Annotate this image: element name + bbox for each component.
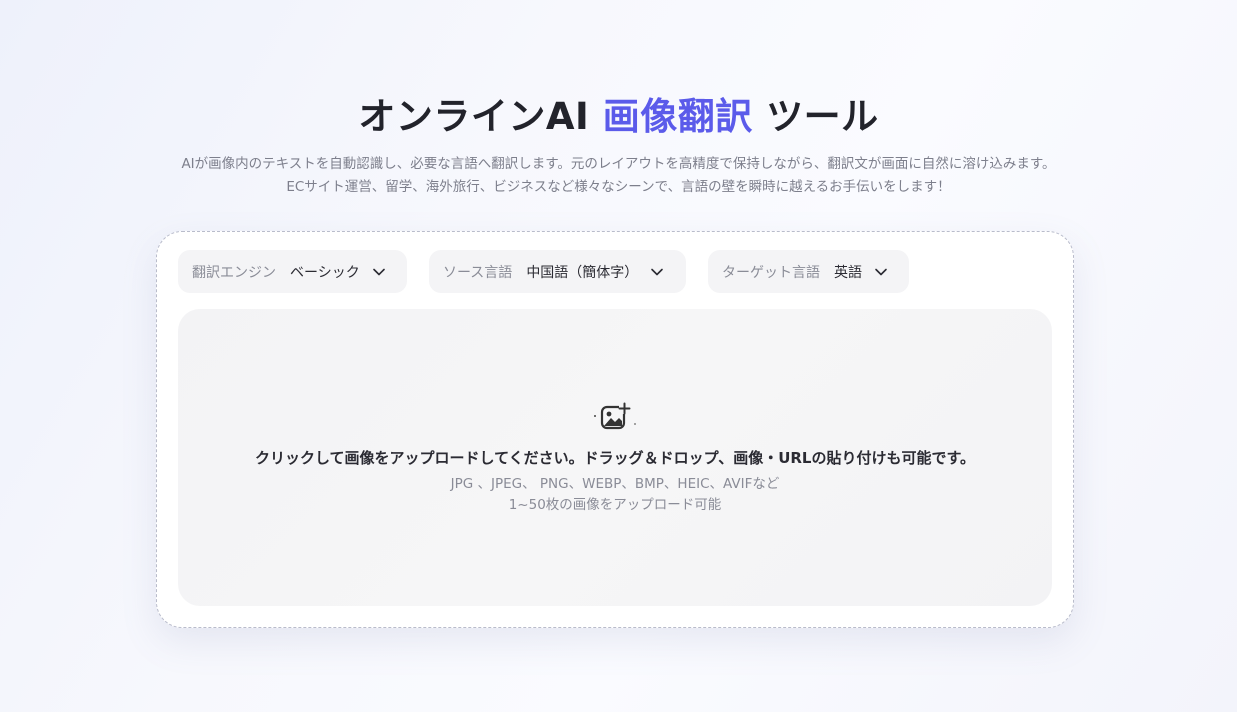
subtitle-line-1: AIが画像内のテキストを自動認識し、必要な言語へ翻訳します。元のレイアウトを高精… <box>181 156 1056 172</box>
chevron-down-icon <box>651 268 664 275</box>
page-subtitle: AIが画像内のテキストを自動認識し、必要な言語へ翻訳します。元のレイアウトを高精… <box>0 153 1237 199</box>
source-language-value: 中国語（簡体字） <box>526 264 639 281</box>
upload-dropzone[interactable]: クリックして画像をアップロードしてください。ドラッグ＆ドロップ、画像・URLの貼… <box>178 309 1052 606</box>
upload-instruction: クリックして画像をアップロードしてください。ドラッグ＆ドロップ、画像・URLの貼… <box>255 449 975 467</box>
target-language-selector[interactable]: ターゲット言語 英語 <box>708 250 909 293</box>
title-accent: 画像翻訳 <box>602 95 753 138</box>
translator-card: 翻訳エンジン ベーシック ソース言語 中国語（簡体字） ターゲット言語 英語 ク… <box>156 231 1074 628</box>
chevron-down-icon <box>875 268 887 275</box>
page-title: オンラインAI 画像翻訳 ツール <box>0 86 1237 140</box>
image-add-icon <box>594 402 636 430</box>
engine-selector-value: ベーシック <box>290 264 360 281</box>
upload-formats: JPG 、JPEG、 PNG、WEBP、BMP、HEIC、AVIFなど <box>450 476 780 492</box>
title-suffix: ツール <box>752 95 879 138</box>
subtitle-line-2: ECサイト運営、留学、海外旅行、ビジネスなど様々なシーンで、言語の壁を瞬時に越え… <box>286 179 951 195</box>
chevron-down-icon <box>372 268 385 275</box>
engine-selector-label: 翻訳エンジン <box>192 264 276 281</box>
upload-count-limit: 1~50枚の画像をアップロード可能 <box>508 497 722 513</box>
source-language-label: ソース言語 <box>443 264 513 281</box>
target-language-value: 英語 <box>834 264 862 281</box>
target-language-label: ターゲット言語 <box>722 264 820 281</box>
engine-selector[interactable]: 翻訳エンジン ベーシック <box>178 250 407 293</box>
source-language-selector[interactable]: ソース言語 中国語（簡体字） <box>429 250 686 293</box>
page: オンラインAI 画像翻訳 ツール AIが画像内のテキストを自動認識し、必要な言語… <box>0 0 1237 712</box>
title-prefix: オンラインAI <box>358 95 603 138</box>
